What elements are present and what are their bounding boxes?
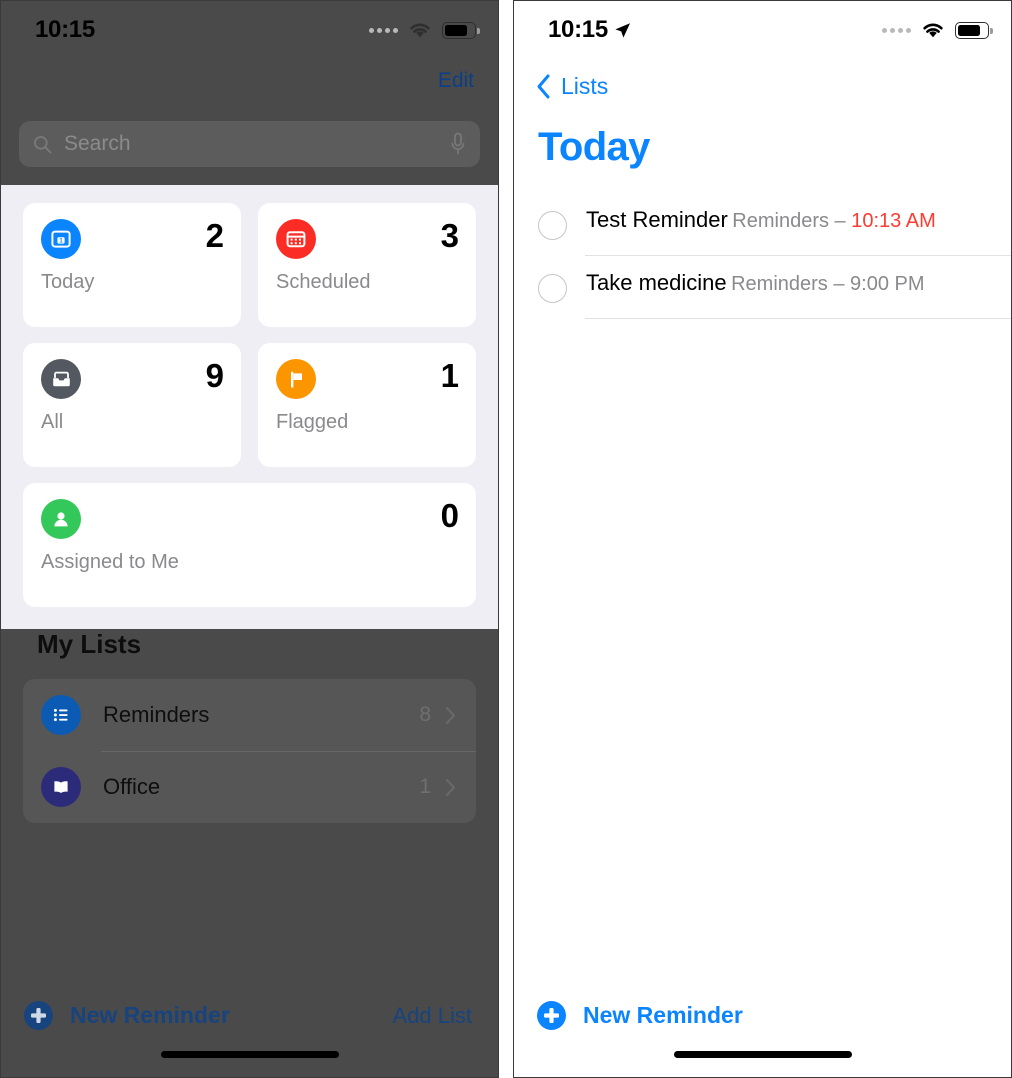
- edit-button[interactable]: Edit: [438, 69, 474, 93]
- battery-icon: [955, 21, 993, 39]
- reminder-subtitle: Reminders – 10:13 AM: [732, 210, 935, 232]
- signal-dots-icon: [882, 27, 911, 33]
- chevron-left-icon: [537, 74, 550, 99]
- card-header: 3: [276, 217, 459, 259]
- flag-icon: [276, 359, 316, 399]
- reminder-subtitle: Reminders – 9:00 PM: [731, 273, 924, 295]
- back-button[interactable]: Lists: [536, 73, 608, 100]
- smart-list-card-all[interactable]: 9 All: [23, 343, 241, 467]
- search-icon: [33, 135, 52, 153]
- smart-list-count: 1: [440, 357, 459, 394]
- reminders-list: Test Reminder Reminders – 10:13 AM Take …: [514, 193, 1011, 319]
- smart-list-card-today[interactable]: 1 2 Today: [23, 203, 241, 327]
- calendar-day-icon: 1: [41, 219, 81, 259]
- smart-lists-grid: 1 2 Today 3 Scheduled 9 All 1 Flagged 0 …: [1, 185, 498, 607]
- plus-circle-icon: [24, 1001, 53, 1030]
- reminder-content: Test Reminder Reminders – 10:13 AM: [538, 207, 1011, 240]
- smart-list-card-flagged[interactable]: 1 Flagged: [258, 343, 476, 467]
- smart-list-label: Scheduled: [276, 271, 371, 293]
- bottom-toolbar: New Reminder Add List: [1, 1000, 498, 1031]
- reminder-time: 10:13 AM: [851, 210, 936, 232]
- reminder-texts: Test Reminder Reminders – 10:13 AM: [586, 207, 936, 233]
- reminder-list-name: Reminders: [731, 273, 828, 295]
- reminder-row[interactable]: Test Reminder Reminders – 10:13 AM: [538, 193, 1011, 256]
- status-bar-indicators: [882, 21, 993, 40]
- status-bar: 10:15: [1, 1, 498, 59]
- reminder-time: 9:00 PM: [850, 273, 925, 295]
- home-indicator: [160, 1051, 339, 1058]
- reminder-title: Take medicine: [586, 270, 727, 295]
- card-header: 1 2: [41, 217, 224, 259]
- smart-list-count: 3: [440, 217, 459, 254]
- empty-circle-icon[interactable]: [538, 211, 567, 240]
- person-circle-icon: [41, 499, 81, 539]
- smart-list-label: All: [41, 411, 64, 433]
- bulleted-list-icon: [41, 695, 81, 735]
- reminder-list-name: Reminders: [732, 210, 829, 232]
- reminder-separator: –: [829, 210, 852, 232]
- reminder-content: Take medicine Reminders – 9:00 PM: [538, 270, 1011, 303]
- status-bar: 10:15: [514, 1, 1011, 59]
- list-item-count: 8: [419, 703, 431, 726]
- right-phone-screen: 10:15 Lists Today Test Reminder Reminder…: [513, 0, 1012, 1078]
- reminder-texts: Take medicine Reminders – 9:00 PM: [586, 270, 925, 296]
- back-label: Lists: [561, 73, 609, 99]
- smart-lists-highlight-region: 1 2 Today 3 Scheduled 9 All 1 Flagged 0 …: [1, 185, 498, 629]
- new-reminder-button[interactable]: New Reminder: [536, 1000, 743, 1031]
- search-input[interactable]: Search: [19, 121, 480, 167]
- list-item-count: 1: [419, 775, 431, 798]
- new-reminder-button[interactable]: New Reminder: [23, 1000, 230, 1031]
- search-placeholder: Search: [64, 132, 131, 155]
- reminder-separator: –: [827, 273, 851, 295]
- calendar-icon: [276, 219, 316, 259]
- smart-list-card-scheduled[interactable]: 3 Scheduled: [258, 203, 476, 327]
- smart-list-label: Today: [41, 271, 95, 293]
- book-icon: [41, 767, 81, 807]
- list-item-name: Office: [103, 774, 161, 799]
- wifi-icon: [923, 23, 943, 37]
- smart-list-count: 2: [205, 217, 224, 254]
- empty-circle-icon[interactable]: [538, 274, 567, 303]
- chevron-right-icon: [445, 706, 456, 724]
- status-bar-time: 10:15: [548, 16, 608, 43]
- chevron-right-icon: [445, 778, 456, 796]
- microphone-icon[interactable]: [450, 132, 466, 156]
- card-header: 1: [276, 357, 459, 399]
- smart-list-label: Assigned to Me: [41, 551, 179, 573]
- reminder-title: Test Reminder: [586, 207, 728, 232]
- reminder-row[interactable]: Take medicine Reminders – 9:00 PM: [538, 256, 1011, 319]
- bottom-toolbar: New Reminder: [514, 1000, 1011, 1031]
- left-phone-screen: 10:15 Edit Search 1 2 Today 3 Scheduled …: [0, 0, 499, 1078]
- smart-list-count: 0: [440, 497, 459, 534]
- card-header: 9: [41, 357, 224, 399]
- new-reminder-label: New Reminder: [583, 1002, 743, 1028]
- list-item-name: Reminders: [103, 702, 210, 727]
- wifi-icon: [410, 23, 430, 37]
- screenshot-stage: 10:15 Edit Search 1 2 Today 3 Scheduled …: [0, 0, 1012, 1078]
- left-screen-content: 10:15 Edit Search 1 2 Today 3 Scheduled …: [1, 1, 498, 1077]
- list-item-reminders[interactable]: Reminders 8: [23, 679, 476, 751]
- status-bar-time: 10:15: [35, 16, 95, 43]
- card-header: 0: [41, 497, 459, 539]
- plus-circle-icon: [537, 1001, 566, 1030]
- home-indicator: [673, 1051, 852, 1058]
- my-lists-card: Reminders 8 Office 1: [23, 679, 476, 823]
- battery-icon: [442, 21, 480, 39]
- page-title: Today: [538, 125, 650, 169]
- signal-dots-icon: [369, 27, 398, 33]
- status-bar-indicators: [369, 21, 480, 40]
- inbox-tray-icon: [41, 359, 81, 399]
- smart-list-count: 9: [205, 357, 224, 394]
- my-lists-header: My Lists: [37, 629, 142, 659]
- smart-list-card-assigned-to-me[interactable]: 0 Assigned to Me: [23, 483, 476, 607]
- location-arrow-icon: [614, 22, 631, 39]
- smart-list-label: Flagged: [276, 411, 349, 433]
- add-list-button[interactable]: Add List: [393, 1003, 473, 1029]
- new-reminder-label: New Reminder: [70, 1002, 230, 1028]
- list-item-office[interactable]: Office 1: [23, 751, 476, 823]
